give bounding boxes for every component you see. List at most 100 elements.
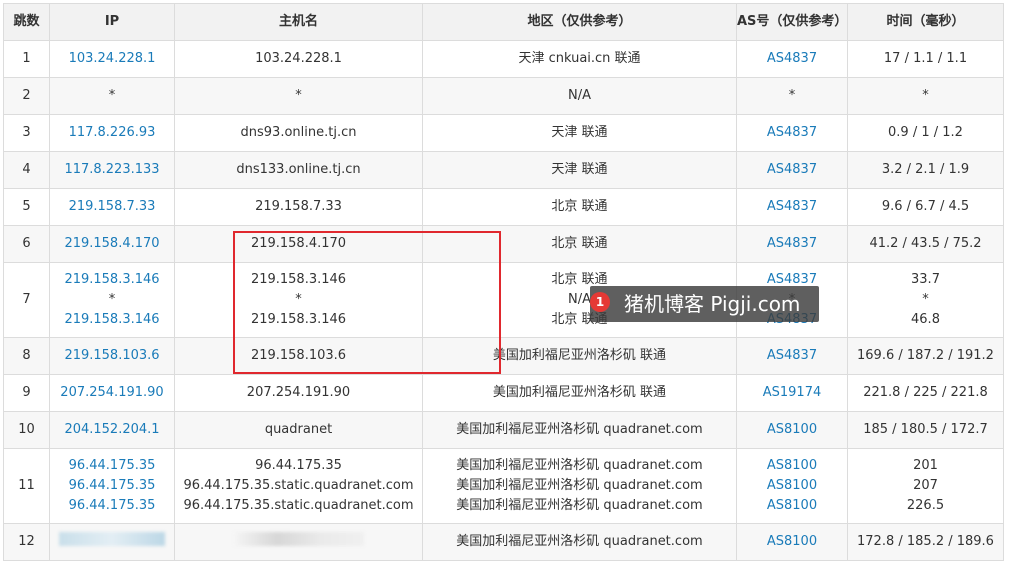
col-header-as: AS号（仅供参考） [736,3,848,41]
region-cell-value: 美国加利福尼亚州洛杉矶 quadranet.com [456,458,703,473]
hop-cell: 2 [3,77,50,115]
region-cell: 天津 cnkuai.cn 联通 [422,40,737,78]
as-cell: * [736,77,848,115]
host-cell [174,523,423,561]
hop-cell: 7 [3,262,50,338]
hop-cell-value: 5 [22,199,31,214]
region-cell-value: 美国加利福尼亚州洛杉矶 联通 [492,385,667,400]
col-header-ip: IP [49,3,175,41]
watermark: 1 猪机博客 Pigji.com [590,286,819,322]
ip-cell-value: * [108,88,116,103]
host-cell-value: 207.254.191.90 [246,385,351,400]
region-cell-value: 美国加利福尼亚州洛杉矶 联通 [492,348,667,363]
ip-cell-value[interactable]: 117.8.226.93 [50,123,174,143]
ip-cell: 117.8.226.93 [49,114,175,152]
ip-cell-value[interactable]: 219.158.3.146 [50,310,174,330]
time-cell-value: 46.8 [911,312,940,327]
ip-cell-value[interactable]: 219.158.103.6 [50,346,174,366]
host-cell-value: 96.44.175.35.static.quadranet.com [183,478,414,493]
as-cell-value[interactable]: AS8100 [737,456,847,476]
hop-cell: 4 [3,151,50,189]
as-cell-value[interactable]: AS4837 [737,160,847,180]
host-cell-value: 219.158.103.6 [250,348,347,363]
time-cell: 169.6 / 187.2 / 191.2 [847,337,1004,375]
as-cell-value[interactable]: AS4837 [737,197,847,217]
time-cell-value: 226.5 [906,498,945,513]
as-cell-value[interactable]: AS8100 [737,420,847,440]
region-cell: 美国加利福尼亚州洛杉矶 quadranet.com [422,523,737,561]
host-cell: quadranet [174,411,423,449]
table-row: 4 117.8.223.133 dns133.online.tj.cn 天津 联通 AS… [3,151,1004,189]
time-cell: 3.2 / 2.1 / 1.9 [847,151,1004,189]
table-row: 12 美国加利福尼亚州洛杉矶 quadranet.com AS8100 172.8 /… [3,523,1004,561]
as-cell-value[interactable]: AS8100 [737,532,847,552]
ip-cell-value[interactable]: 204.152.204.1 [50,420,174,440]
time-cell: 185 / 180.5 / 172.7 [847,411,1004,449]
redacted-host [233,531,364,546]
as-cell-value[interactable]: AS8100 [737,476,847,496]
time-cell-value: 0.9 / 1 / 1.2 [888,125,963,140]
as-cell-value[interactable]: AS4837 [737,234,847,254]
ip-cell-value[interactable]: 219.158.3.146 [50,270,174,290]
host-cell-value: 219.158.3.146 [250,272,347,287]
ip-cell-value[interactable]: 219.158.4.170 [50,234,174,254]
as-cell: AS4837 [736,114,848,152]
ip-cell: 219.158.7.33 [49,188,175,226]
as-cell-value[interactable]: AS4837 [737,123,847,143]
as-cell-value[interactable]: AS19174 [737,383,847,403]
ip-cell-value[interactable]: 117.8.223.133 [50,160,174,180]
hop-cell: 3 [3,114,50,152]
time-cell: 9.6 / 6.7 / 4.5 [847,188,1004,226]
host-cell: dns133.online.tj.cn [174,151,423,189]
host-cell: 207.254.191.90 [174,374,423,412]
hop-cell: 9 [3,374,50,412]
host-cell-value: 96.44.175.35.static.quadranet.com [183,498,414,513]
hop-cell-value: 10 [18,422,35,437]
hop-cell: 11 [3,448,50,524]
region-cell-value: 美国加利福尼亚州洛杉矶 quadranet.com [456,422,703,437]
region-cell: 天津 联通 [422,151,737,189]
time-cell-value: 201 [913,458,938,473]
redacted-ip [59,531,165,546]
as-cell: AS8100 AS8100 AS8100 [736,448,848,524]
ip-cell-value[interactable]: 96.44.175.35 [50,456,174,476]
watermark-badge: 1 [590,292,610,312]
host-cell: 219.158.3.146 * 219.158.3.146 [174,262,423,338]
time-cell: 172.8 / 185.2 / 189.6 [847,523,1004,561]
time-cell: 221.8 / 225 / 221.8 [847,374,1004,412]
header-row: 跳数 IP 主机名 地区（仅供参考） AS号（仅供参考） 时间（毫秒） [3,3,1004,41]
ip-cell: 219.158.4.170 [49,225,175,263]
region-cell: 天津 联通 [422,114,737,152]
ip-cell-value[interactable]: 103.24.228.1 [50,49,174,69]
time-cell-value: 17 / 1.1 / 1.1 [883,51,968,66]
table-row: 7 219.158.3.146 * 219.158.3.146 219.158.3.14… [3,262,1004,338]
region-cell-value: 美国加利福尼亚州洛杉矶 quadranet.com [456,498,703,513]
hop-cell-value: 11 [18,478,35,493]
ip-cell-value[interactable]: 219.158.7.33 [50,197,174,217]
ip-cell: 219.158.3.146 * 219.158.3.146 [49,262,175,338]
hop-cell-value: 12 [18,534,35,549]
region-cell-value: 美国加利福尼亚州洛杉矶 quadranet.com [456,478,703,493]
hop-cell-value: 3 [22,125,31,140]
watermark-text: 猪机博客 Pigji.com [624,292,801,316]
as-cell-value[interactable]: AS4837 [737,346,847,366]
hop-cell: 12 [3,523,50,561]
as-cell-value[interactable]: AS8100 [737,496,847,516]
as-cell-value[interactable]: AS4837 [737,49,847,69]
ip-cell-value[interactable]: 207.254.191.90 [50,383,174,403]
host-cell: 219.158.4.170 [174,225,423,263]
region-cell-value: 北京 联通 [551,236,608,251]
time-cell-value: 3.2 / 2.1 / 1.9 [881,162,970,177]
ip-cell: 103.24.228.1 [49,40,175,78]
as-cell: AS4837 [736,337,848,375]
region-cell: 北京 联通 [422,225,737,263]
host-cell-value: 103.24.228.1 [255,51,342,66]
host-cell-value: * [295,292,302,307]
time-cell-value: 33.7 [911,272,940,287]
ip-cell-value[interactable]: 96.44.175.35 [50,496,174,516]
ip-cell-value[interactable]: 96.44.175.35 [50,476,174,496]
hop-cell: 10 [3,411,50,449]
col-header-hop: 跳数 [3,3,50,41]
region-cell: 美国加利福尼亚州洛杉矶 quadranet.com [422,411,737,449]
time-cell-value: 221.8 / 225 / 221.8 [863,385,988,400]
